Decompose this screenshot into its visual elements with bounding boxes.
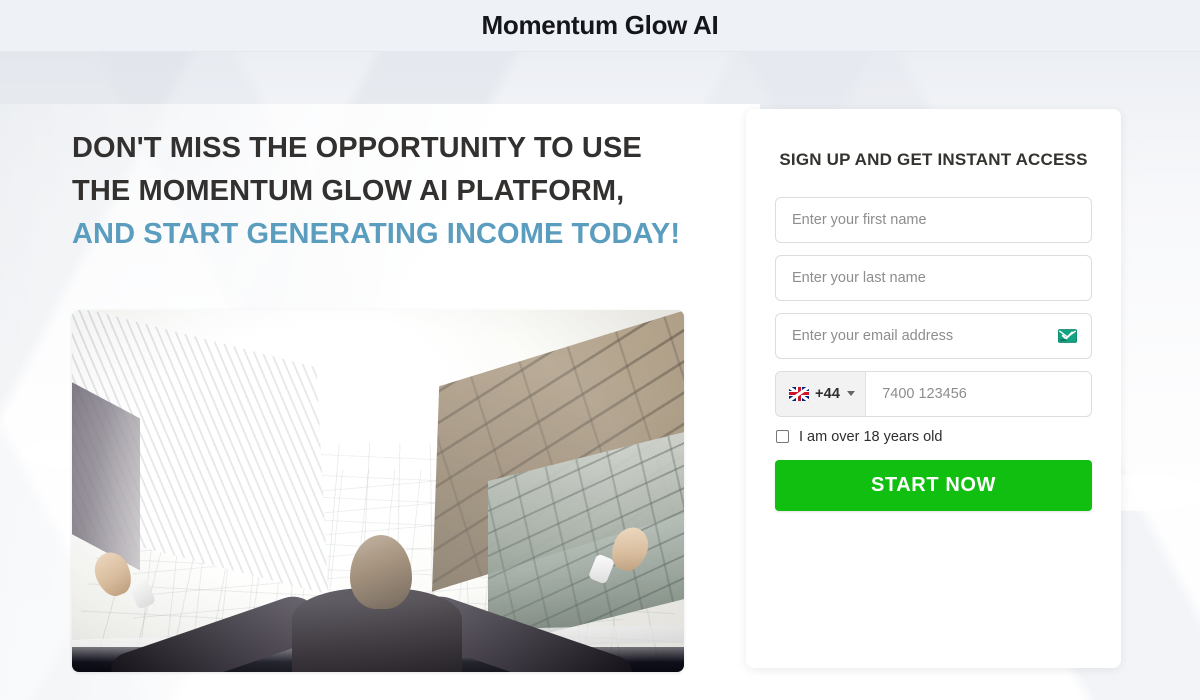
last-name-field[interactable] (775, 254, 1092, 301)
page-header: Momentum Glow AI (0, 0, 1200, 52)
email-input[interactable] (776, 313, 1091, 358)
businessman-head (350, 535, 413, 610)
page-title: Momentum Glow AI (481, 10, 719, 40)
hero-image (72, 310, 684, 672)
uk-flag-icon (789, 386, 809, 401)
start-now-button[interactable]: START NOW (775, 459, 1092, 511)
businessman-right-cuff (587, 553, 615, 585)
signup-card: SIGN UP AND GET INSTANT ACCESS Enter you… (746, 109, 1121, 668)
email-field[interactable] (775, 312, 1092, 359)
businessman-left-cuff (129, 578, 157, 610)
first-name-field[interactable] (775, 196, 1092, 243)
businessman-right-hand (606, 522, 655, 577)
envelope-check-icon (1058, 328, 1077, 343)
country-code-selector[interactable]: +44 (776, 371, 867, 416)
phone-field[interactable]: +44 (775, 370, 1092, 417)
hero-headline: DON'T MISS THE OPPORTUNITY TO USE THE MO… (72, 127, 682, 256)
last-name-input[interactable] (776, 255, 1091, 300)
businessman-left-hand (89, 547, 138, 602)
chevron-down-icon (847, 391, 856, 397)
hero-businessman (72, 462, 684, 672)
age-consent-checkbox[interactable] (776, 430, 789, 444)
phone-number-input[interactable] (866, 371, 1091, 416)
age-consent-label: I am over 18 years old (799, 428, 943, 445)
first-name-input[interactable] (776, 197, 1091, 242)
signup-card-title: SIGN UP AND GET INSTANT ACCESS (779, 150, 1088, 169)
headline-primary-text: DON'T MISS THE OPPORTUNITY TO USE THE MO… (72, 132, 642, 208)
page-root: Momentum Glow AI DON'T MISS THE OPPORTUN… (0, 0, 1200, 700)
headline-accent-text: AND START GENERATING INCOME TODAY! (72, 218, 681, 251)
signup-form: +44 I am over 18 years old START NOW (775, 196, 1092, 511)
dial-code-label: +44 (815, 385, 841, 402)
page-content: DON'T MISS THE OPPORTUNITY TO USE THE MO… (0, 52, 1200, 700)
age-consent-row[interactable]: I am over 18 years old (776, 429, 1092, 445)
